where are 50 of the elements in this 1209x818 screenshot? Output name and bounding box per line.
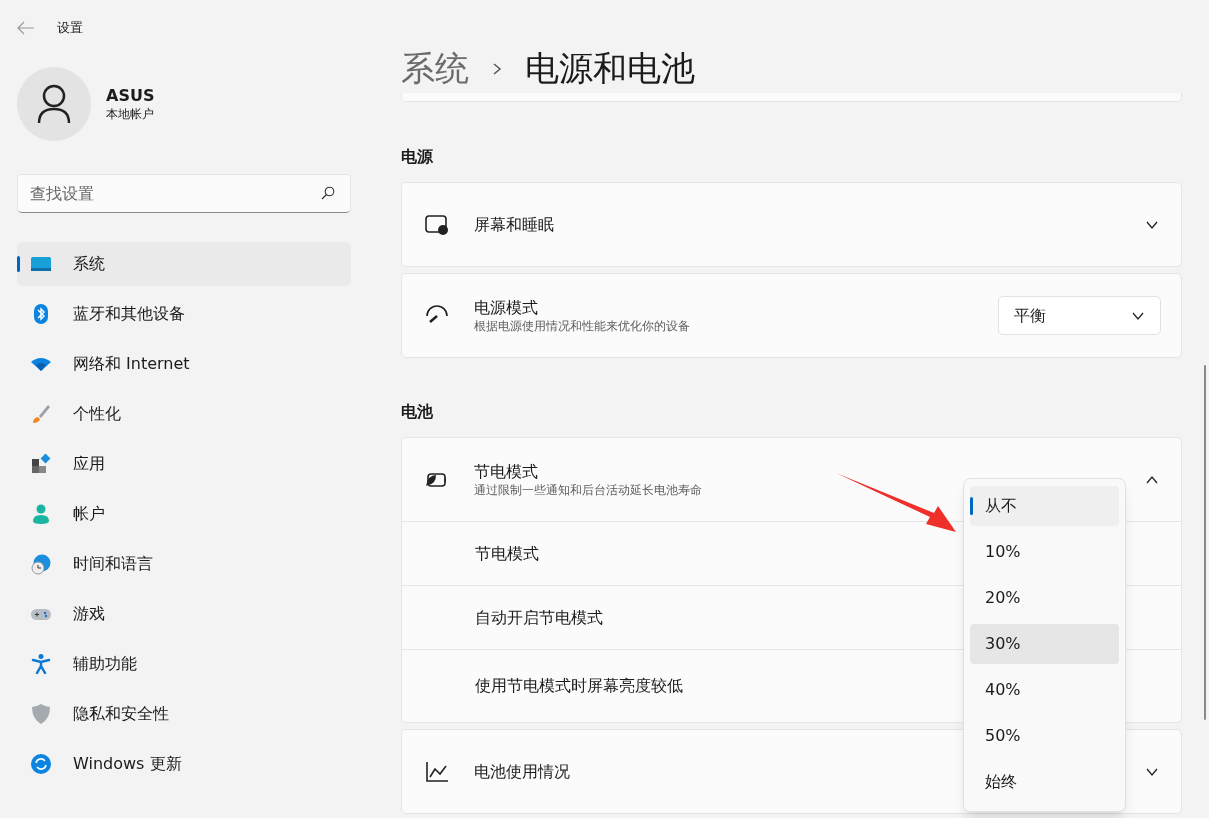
- selection-indicator: [17, 256, 20, 272]
- selection-indicator: [970, 497, 973, 515]
- nav-item[interactable]: 辅助功能: [17, 642, 351, 686]
- shield-icon: [30, 703, 52, 725]
- setting-label: 使用节电模式时屏幕亮度较低: [475, 675, 683, 697]
- section-heading: 电池: [401, 401, 434, 423]
- update-icon: [30, 753, 52, 775]
- setting-title: 节电模式: [474, 461, 538, 482]
- person-icon: [30, 503, 52, 525]
- nav-item[interactable]: 游戏: [17, 592, 351, 636]
- page-title: 电源和电池: [525, 47, 695, 90]
- dropdown-option[interactable]: 50%: [970, 716, 1119, 756]
- nav-item[interactable]: 应用: [17, 442, 351, 486]
- account-type: 本地帐户: [106, 106, 155, 122]
- setting-description: 通过限制一些通知和后台活动延长电池寿命: [474, 482, 702, 498]
- dropdown-option[interactable]: 40%: [970, 670, 1119, 710]
- nav-item[interactable]: 系统: [17, 242, 351, 286]
- window-title: 设置: [57, 19, 83, 38]
- search-field[interactable]: 查找设置: [17, 174, 351, 213]
- setting-title: 电池使用情况: [474, 761, 570, 782]
- breadcrumb-parent[interactable]: 系统: [401, 43, 469, 94]
- dropdown-option[interactable]: 30%: [970, 624, 1119, 664]
- dropdown-option[interactable]: 始终: [970, 762, 1119, 802]
- dropdown-option[interactable]: 10%: [970, 532, 1119, 572]
- nav-item[interactable]: 帐户: [17, 492, 351, 536]
- nav-item[interactable]: 时间和语言: [17, 542, 351, 586]
- setting-label: 节电模式: [475, 542, 539, 565]
- chevron-right-icon: [491, 61, 503, 76]
- globe-clock-icon: [30, 553, 52, 575]
- mode-dropdown[interactable]: 平衡: [998, 296, 1161, 335]
- apps-icon: [30, 453, 52, 475]
- dropdown-option[interactable]: 从不: [970, 486, 1119, 526]
- accessibility-icon: [30, 653, 52, 675]
- setting-description: 根据电源使用情况和性能来优化你的设备: [474, 318, 690, 334]
- nav-item[interactable]: 个性化: [17, 392, 351, 436]
- search-icon: [321, 186, 335, 200]
- nav-item[interactable]: 网络和 Internet: [17, 342, 351, 386]
- scrollbar[interactable]: [1204, 365, 1206, 720]
- nav-item[interactable]: Windows 更新: [17, 742, 351, 786]
- setting-label: 自动开启节电模式: [475, 606, 603, 629]
- nav-item[interactable]: 隐私和安全性: [17, 692, 351, 736]
- user-name: ASUS: [106, 86, 155, 106]
- dropdown-option[interactable]: 20%: [970, 578, 1119, 618]
- nav-item[interactable]: 蓝牙和其他设备: [17, 292, 351, 336]
- back-arrow-icon[interactable]: [17, 21, 35, 35]
- section-heading: 电源: [401, 146, 434, 168]
- brush-icon: [30, 403, 52, 425]
- person-silhouette-icon: [36, 84, 72, 124]
- setting-title: 电源模式: [474, 297, 538, 318]
- setting-title: 屏幕和睡眠: [474, 214, 554, 235]
